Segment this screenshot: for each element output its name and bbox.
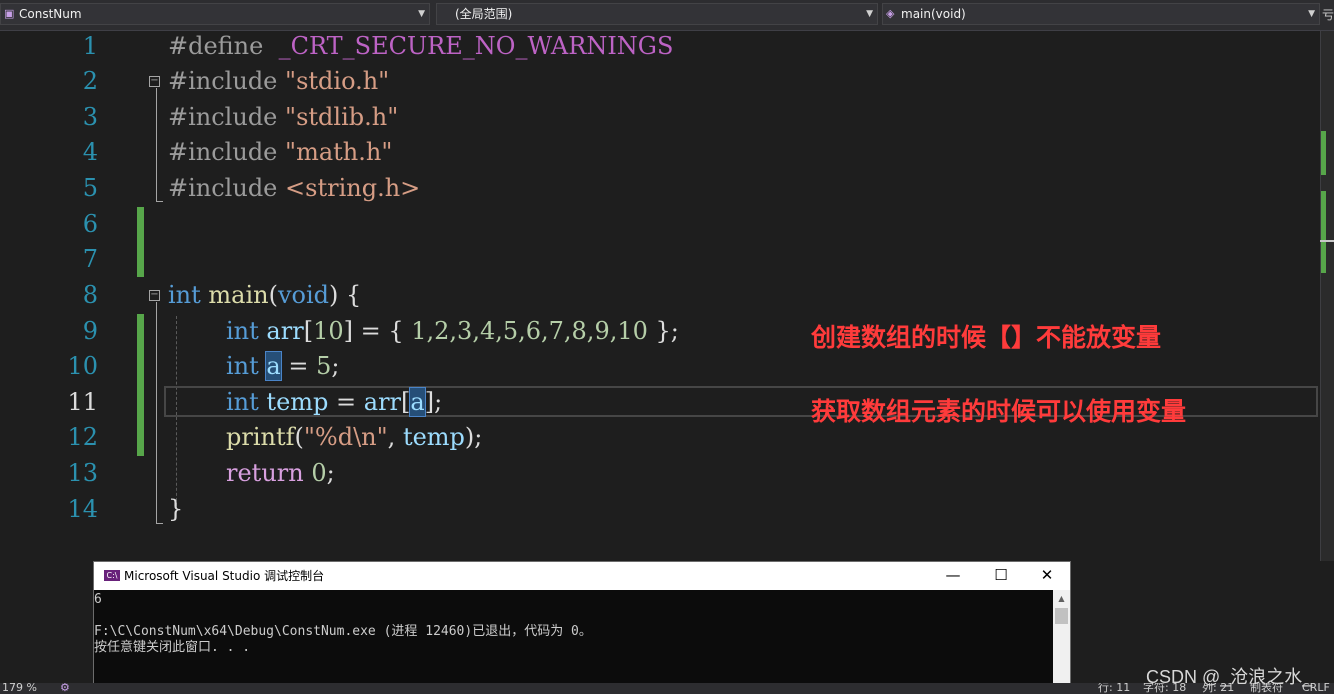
line-number: 9 [82,317,98,345]
zoom-level[interactable]: 179 % [2,683,37,694]
scroll-caret-marker [1320,240,1334,242]
navigation-bar: ▣ ConstNum ▼ (全局范围) ▼ ◈ main(void) ▼ 亏 [0,0,1334,31]
scroll-change-marker [1321,131,1326,175]
outline-end [156,201,163,202]
code-editor[interactable]: 1 2 3 4 5 6 7 8 9 10 11 12 13 14 − − #de… [0,31,1320,561]
chevron-down-icon: ▼ [866,9,873,19]
code-line-2: #include "stdio.h" [168,67,390,95]
scroll-thumb[interactable] [1055,608,1068,624]
close-button[interactable]: ✕ [1024,562,1070,590]
chevron-down-icon: ▼ [418,9,425,19]
change-indicator [137,207,144,277]
scroll-change-marker [1321,191,1326,273]
settings-icon[interactable]: ⚙ [60,683,70,694]
line-number: 4 [82,138,98,166]
status-bar: 179 % ⚙ 行: 11 字符: 18 列: 21 制表符 CRLF [0,683,1334,694]
project-icon: ▣ [4,7,15,20]
row-indicator: 行: 11 [1098,683,1131,694]
line-number: 6 [82,210,98,238]
console-title: Microsoft Visual Studio 调试控制台 [124,569,325,583]
console-titlebar[interactable]: C:\ Microsoft Visual Studio 调试控制台 — ☐ ✕ [94,562,1070,590]
line-number: 13 [67,459,98,487]
code-line-13: return 0; [226,459,335,487]
collapse-icon[interactable]: − [149,290,160,301]
change-indicator [137,314,144,456]
line-number: 8 [82,281,98,309]
line-number: 12 [67,423,98,451]
outline-end [156,523,163,524]
cube-icon: ◈ [886,7,895,20]
visual-studio-icon: C:\ [104,570,120,581]
line-number: 7 [82,245,98,273]
member-dropdown[interactable]: ◈ main(void) ▼ [882,3,1320,25]
annotation-array-access: 获取数组元素的时候可以使用变量 [811,397,1187,426]
project-dropdown-label: ConstNum [19,7,82,21]
code-line-11: int temp = arr[a]; [226,387,443,417]
debug-console-window[interactable]: C:\ Microsoft Visual Studio 调试控制台 — ☐ ✕ … [93,561,1071,694]
scope-dropdown[interactable]: (全局范围) ▼ [436,3,878,25]
line-number: 14 [67,495,98,523]
maximize-button[interactable]: ☐ [978,562,1024,590]
split-editor-icon[interactable]: 亏 [1322,6,1334,23]
line-number: 3 [82,103,98,131]
line-number: 2 [82,67,98,95]
console-scrollbar[interactable]: ▲ [1053,590,1070,694]
line-number-current: 11 [67,388,98,416]
outline-line [156,302,157,524]
console-line: F:\C\ConstNum\x64\Debug\ConstNum.exe (进程… [94,624,592,639]
collapse-icon[interactable]: − [149,76,160,87]
member-dropdown-label: main(void) [901,7,966,21]
line-number: 1 [82,32,98,60]
watermark: CSDN @_沧浪之水_ [1146,667,1313,687]
console-line: 6 [94,592,102,607]
scope-dropdown-label: (全局范围) [455,7,513,21]
code-line-8: int main(void) { [168,281,362,309]
chevron-down-icon: ▼ [1308,9,1315,19]
project-dropdown[interactable]: ▣ ConstNum ▼ [0,3,430,25]
line-number: 5 [82,174,98,202]
code-line-12: printf("%d\n", temp); [226,423,483,451]
code-line-4: #include "math.h" [168,138,393,166]
editor-scrollbar[interactable] [1320,31,1334,561]
code-line-10: int a = 5; [226,351,340,381]
code-line-14: } [168,495,184,523]
code-line-5: #include <string.h> [168,174,421,202]
code-line-9: int arr[10] = { 1,2,3,4,5,6,7,8,9,10 }; [226,317,679,345]
minimize-button[interactable]: — [930,562,976,590]
line-number: 10 [67,352,98,380]
code-line-3: #include "stdlib.h" [168,103,399,131]
annotation-array-declaration: 创建数组的时候【】不能放变量 [811,323,1162,352]
console-output: 6 F:\C\ConstNum\x64\Debug\ConstNum.exe (进… [94,592,1054,656]
code-line-1: #define _CRT_SECURE_NO_WARNINGS [168,32,674,60]
console-line: 按任意键关闭此窗口. . . [94,640,251,655]
outline-line [156,88,157,202]
chevron-up-icon[interactable]: ▲ [1053,590,1070,607]
